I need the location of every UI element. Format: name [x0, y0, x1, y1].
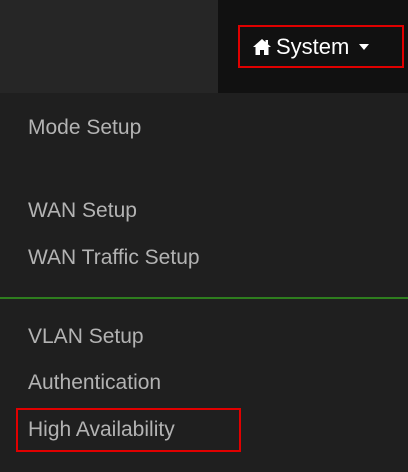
system-dropdown-button[interactable]: System — [238, 25, 404, 68]
top-navbar: System — [0, 0, 408, 93]
menu-item-wan-setup[interactable]: WAN Setup — [28, 199, 137, 223]
menu-item-high-availability[interactable]: High Availability — [16, 408, 241, 452]
system-label: System — [276, 33, 350, 59]
menu-divider — [0, 297, 408, 299]
menu-item-wan-traffic-setup[interactable]: WAN Traffic Setup — [28, 246, 200, 270]
home-icon — [252, 37, 272, 57]
menu-item-mode-setup[interactable]: Mode Setup — [28, 116, 141, 140]
menu-item-high-availability-label: High Availability — [28, 418, 175, 441]
menu-item-authentication[interactable]: Authentication — [28, 371, 161, 395]
caret-down-icon — [359, 43, 370, 50]
menu-item-vlan-setup[interactable]: VLAN Setup — [28, 325, 144, 349]
